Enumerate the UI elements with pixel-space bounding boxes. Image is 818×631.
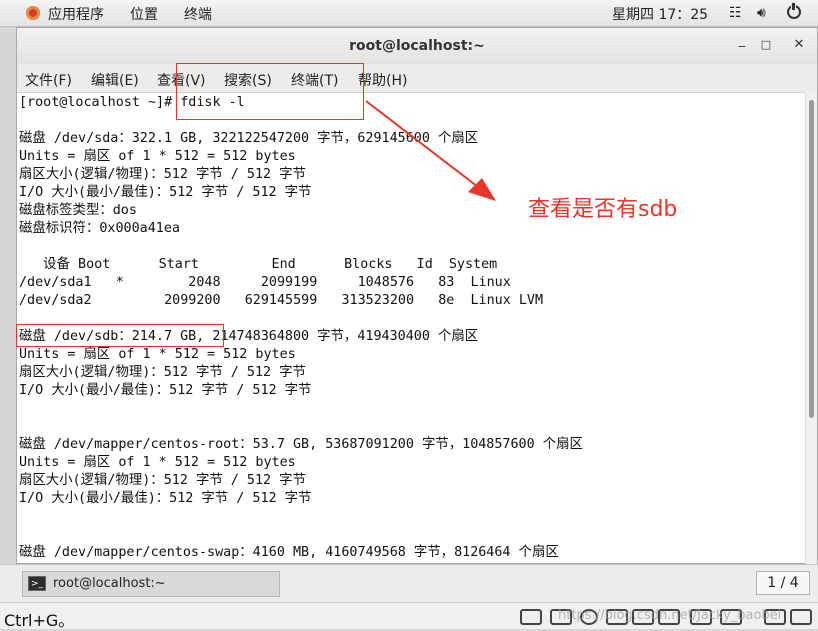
status-bar: Ctrl+G。 https://blog.csdn.net/Jacky_baob… — [0, 602, 818, 630]
taskbar-window-button[interactable]: >_ root@localhost:~ — [22, 571, 280, 597]
status-text: Ctrl+G。 — [4, 611, 75, 630]
watermark: https://blog.csdn.net/Jacky_baobei — [558, 608, 782, 623]
annotation-label: 查看是否有sdb — [528, 197, 678, 222]
taskbar-window-label: root@localhost:~ — [53, 576, 166, 591]
keyboard-icon[interactable] — [520, 609, 542, 625]
host-key-icon[interactable] — [790, 609, 812, 625]
bottom-taskbar: >_ root@localhost:~ 1 / 4 — [0, 564, 818, 602]
annotation-arrow-icon — [365, 100, 496, 201]
terminal-icon: >_ — [28, 576, 46, 591]
workspace-indicator[interactable]: 1 / 4 — [756, 571, 810, 595]
